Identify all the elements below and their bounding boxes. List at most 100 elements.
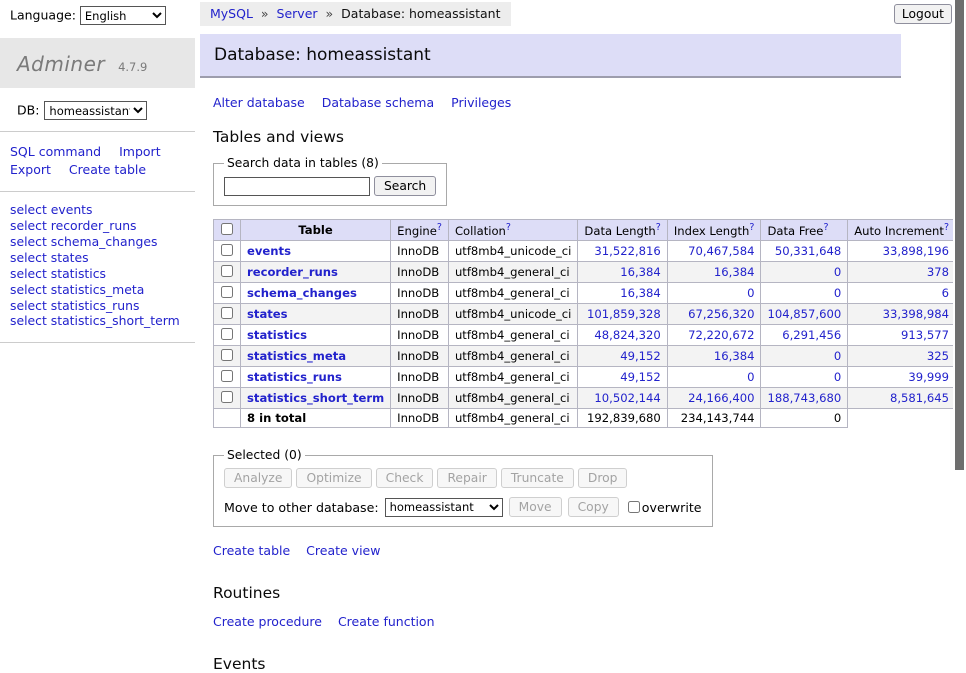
data-length-link[interactable]: 101,859,328 [587, 307, 661, 321]
help-link[interactable]: ? [506, 222, 511, 233]
index-length-link[interactable]: 16,384 [714, 349, 755, 363]
index-length-cell: 67,256,320 [667, 304, 761, 325]
db-select[interactable]: homeassistant [44, 101, 147, 120]
total-checkbox-cell [214, 409, 241, 428]
auto-increment-link[interactable]: 325 [927, 349, 949, 363]
breadcrumb-separator: » [261, 6, 269, 21]
select-all-checkbox[interactable] [221, 223, 233, 235]
data-length-link[interactable]: 48,824,320 [594, 328, 660, 342]
auto-increment-cell: 33,898,196 [848, 241, 956, 262]
collation-cell: utf8mb4_general_ci [448, 388, 577, 409]
row-checkbox[interactable] [221, 349, 233, 361]
search-button[interactable]: Search [374, 176, 436, 196]
row-checkbox[interactable] [221, 244, 233, 256]
data-free-link[interactable]: 0 [834, 286, 841, 300]
column-header-collation: Collation? [448, 220, 577, 241]
sidebar-select-statistics-link[interactable]: select statistics [10, 266, 195, 282]
row-checkbox-cell [214, 262, 241, 283]
data-length-link[interactable]: 49,152 [620, 349, 661, 363]
alter-database-link[interactable]: Alter database [213, 95, 305, 110]
data-length-link[interactable]: 16,384 [620, 286, 661, 300]
create-function-link[interactable]: Create function [338, 614, 435, 629]
index-length-link[interactable]: 72,220,672 [688, 328, 754, 342]
create-procedure-link[interactable]: Create procedure [213, 614, 322, 629]
language-row: Language:English [0, 0, 195, 32]
data-length-link[interactable]: 10,502,144 [594, 391, 660, 405]
search-input[interactable] [224, 177, 370, 196]
sidebar-select-recorder-runs-link[interactable]: select recorder_runs [10, 218, 195, 234]
import-link[interactable]: Import [119, 144, 161, 159]
logout-button[interactable]: Logout [894, 4, 952, 24]
database-schema-link[interactable]: Database schema [322, 95, 434, 110]
selected-actions: AnalyzeOptimizeCheckRepairTruncateDrop [224, 468, 702, 488]
table-name-link[interactable]: statistics_meta [247, 349, 346, 363]
move-db-select[interactable]: homeassistant [385, 498, 503, 517]
table-name-link[interactable]: events [247, 244, 291, 258]
data-free-link[interactable]: 104,857,600 [767, 307, 841, 321]
row-checkbox[interactable] [221, 370, 233, 382]
data-free-link[interactable]: 0 [834, 265, 841, 279]
index-length-link[interactable]: 0 [747, 370, 754, 384]
help-link[interactable]: ? [656, 222, 661, 233]
table-name-link[interactable]: schema_changes [247, 286, 357, 300]
table-name-link[interactable]: statistics [247, 328, 307, 342]
repair-button: Repair [437, 468, 496, 488]
help-link[interactable]: ? [437, 222, 442, 233]
sql-command-link[interactable]: SQL command [10, 144, 101, 159]
sidebar-select-statistics-short-term-link[interactable]: select statistics_short_term [10, 313, 195, 329]
row-checkbox[interactable] [221, 265, 233, 277]
auto-increment-link[interactable]: 8,581,645 [890, 391, 949, 405]
row-checkbox[interactable] [221, 286, 233, 298]
data-length-link[interactable]: 16,384 [620, 265, 661, 279]
sidebar-select-statistics-runs-link[interactable]: select statistics_runs [10, 298, 195, 314]
total-data-length-cell: 192,839,680 [578, 409, 667, 428]
data-free-cell: 0 [761, 283, 848, 304]
sidebar-select-events-link[interactable]: select events [10, 202, 195, 218]
vertical-scrollbar[interactable] [953, 0, 966, 543]
row-checkbox[interactable] [221, 307, 233, 319]
data-free-link[interactable]: 0 [834, 349, 841, 363]
optimize-button: Optimize [296, 468, 371, 488]
data-length-link[interactable]: 49,152 [620, 370, 661, 384]
auto-increment-link[interactable]: 33,898,196 [883, 244, 949, 258]
index-length-link[interactable]: 24,166,400 [688, 391, 754, 405]
auto-increment-link[interactable]: 39,999 [908, 370, 949, 384]
help-link[interactable]: ? [823, 222, 828, 233]
collation-cell: utf8mb4_general_ci [448, 325, 577, 346]
index-length-link[interactable]: 67,256,320 [688, 307, 754, 321]
scrollbar-thumb[interactable] [955, 0, 964, 470]
index-length-link[interactable]: 0 [747, 286, 754, 300]
table-name-link[interactable]: statistics_short_term [247, 391, 384, 405]
breadcrumb-server[interactable]: Server [277, 6, 318, 21]
auto-increment-link[interactable]: 378 [927, 265, 949, 279]
data-free-link[interactable]: 0 [834, 370, 841, 384]
table-name-link[interactable]: states [247, 307, 288, 321]
overwrite-checkbox[interactable] [628, 501, 640, 513]
create-table-link[interactable]: Create table [69, 162, 146, 177]
auto-increment-link[interactable]: 33,398,984 [883, 307, 949, 321]
help-link[interactable]: ? [749, 222, 754, 233]
export-link[interactable]: Export [10, 162, 51, 177]
auto-increment-link[interactable]: 6 [942, 286, 949, 300]
table-name-link[interactable]: statistics_runs [247, 370, 342, 384]
table-name-link[interactable]: recorder_runs [247, 265, 338, 279]
row-checkbox[interactable] [221, 328, 233, 340]
data-free-link[interactable]: 188,743,680 [767, 391, 841, 405]
data-free-link[interactable]: 50,331,648 [775, 244, 841, 258]
language-select[interactable]: English [80, 6, 166, 25]
index-length-link[interactable]: 16,384 [714, 265, 755, 279]
data-free-link[interactable]: 6,291,456 [782, 328, 841, 342]
help-link[interactable]: ? [944, 222, 949, 233]
sidebar-select-statistics-meta-link[interactable]: select statistics_meta [10, 282, 195, 298]
data-length-link[interactable]: 31,522,816 [594, 244, 660, 258]
create-view-link[interactable]: Create view [306, 543, 380, 558]
sidebar: Language:English Adminer 4.7.9 DB:homeas… [0, 0, 195, 343]
sidebar-select-states-link[interactable]: select states [10, 250, 195, 266]
create-table-link[interactable]: Create table [213, 543, 290, 558]
row-checkbox[interactable] [221, 391, 233, 403]
sidebar-select-schema-changes-link[interactable]: select schema_changes [10, 234, 195, 250]
breadcrumb-server-type[interactable]: MySQL [210, 6, 253, 21]
auto-increment-link[interactable]: 913,577 [901, 328, 949, 342]
privileges-link[interactable]: Privileges [451, 95, 511, 110]
index-length-link[interactable]: 70,467,584 [688, 244, 754, 258]
